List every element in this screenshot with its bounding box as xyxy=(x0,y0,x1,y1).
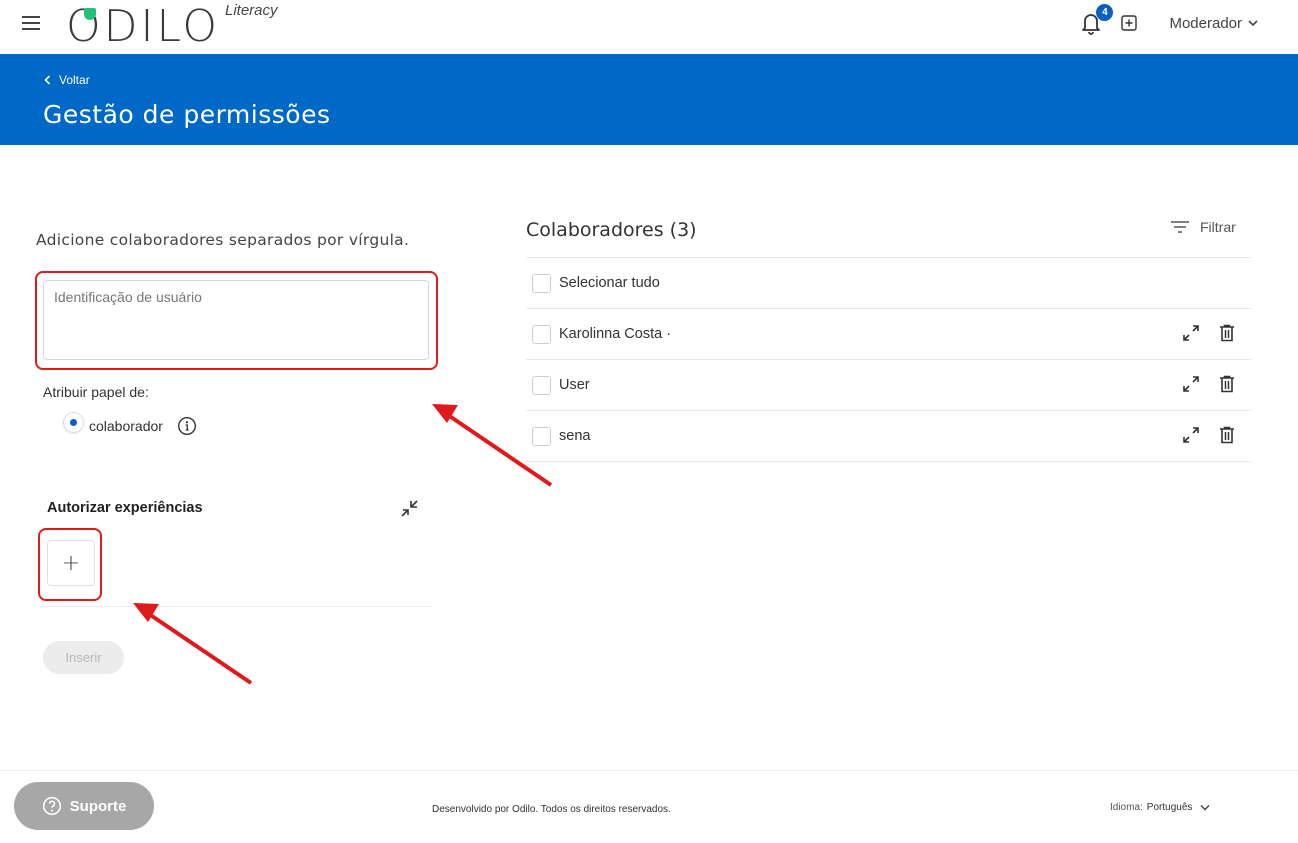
add-experience-button[interactable]: + xyxy=(47,540,95,586)
filter-icon xyxy=(1171,221,1189,233)
footer: Suporte Desenvolvido por Odilo. Todos os… xyxy=(0,770,1298,843)
section-divider xyxy=(43,606,431,607)
collaborator-row: Karolinna Costa · xyxy=(526,308,1251,359)
role-option-label: colaborador xyxy=(89,418,163,434)
user-id-input[interactable] xyxy=(43,280,429,360)
add-box-icon[interactable] xyxy=(1121,15,1138,31)
collapse-icon[interactable] xyxy=(398,498,420,520)
chevron-down-icon xyxy=(1200,805,1210,811)
support-label: Suporte xyxy=(69,797,127,815)
language-label: Idioma: xyxy=(1110,802,1143,813)
filter-label: Filtrar xyxy=(1200,219,1236,235)
collaborator-row: sena xyxy=(526,410,1251,461)
instruction-text: Adicione colaboradores separados por vír… xyxy=(36,231,410,249)
logo-wordmark: ODILO xyxy=(66,1,221,52)
user-menu[interactable]: Moderador xyxy=(1169,15,1258,32)
app-logo[interactable]: ODILO xyxy=(66,2,220,50)
arrow-to-add-button xyxy=(133,603,253,685)
back-link[interactable]: Voltar xyxy=(44,73,90,87)
expand-icon[interactable] xyxy=(1181,323,1201,343)
notification-badge: 4 xyxy=(1096,4,1114,21)
insert-button[interactable]: Inserir xyxy=(43,641,124,674)
filter-button[interactable]: Filtrar xyxy=(1170,219,1236,235)
authorize-experiences-title: Autorizar experiências xyxy=(47,500,203,516)
collaborators-title: Colaboradores (3) xyxy=(526,219,697,241)
top-bar: ODILO Literacy 4 Moderador xyxy=(0,0,1298,54)
collaborator-checkbox[interactable] xyxy=(532,324,551,344)
back-label: Voltar xyxy=(59,73,90,87)
copyright-text: Desenvolvido por Odilo. Todos os direito… xyxy=(432,804,671,815)
select-all-checkbox[interactable] xyxy=(532,273,551,293)
select-all-label: Selecionar tudo xyxy=(559,275,660,291)
expand-icon[interactable] xyxy=(1181,374,1201,394)
collaborator-name: Karolinna Costa · xyxy=(559,326,672,342)
support-button[interactable]: Suporte xyxy=(14,782,154,830)
collaborator-checkbox[interactable] xyxy=(532,426,551,446)
logo-leaf-icon xyxy=(84,8,96,20)
chevron-left-icon xyxy=(44,75,51,85)
collaborator-name: sena xyxy=(559,428,591,444)
notifications-button[interactable]: 4 xyxy=(1079,4,1114,36)
user-menu-label: Moderador xyxy=(1169,14,1242,32)
trash-icon[interactable] xyxy=(1217,374,1237,394)
collaborator-checkbox[interactable] xyxy=(532,375,551,395)
select-all-row: Selecionar tudo xyxy=(526,257,1251,308)
trash-icon[interactable] xyxy=(1217,323,1237,343)
collaborator-row: User xyxy=(526,359,1251,410)
page-banner: Voltar Gestão de permissões xyxy=(0,54,1298,145)
role-radio[interactable] xyxy=(64,412,83,432)
language-selector[interactable]: Idioma: Português xyxy=(1110,802,1210,813)
chevron-down-icon xyxy=(1248,20,1258,27)
assign-role-label: Atribuir papel de: xyxy=(43,384,149,400)
list-divider xyxy=(526,461,1251,462)
expand-icon[interactable] xyxy=(1181,425,1201,445)
role-option: colaborador xyxy=(64,412,197,436)
logo-subtitle: Literacy xyxy=(225,2,278,19)
language-value: Português xyxy=(1146,802,1193,813)
info-icon[interactable] xyxy=(177,416,197,436)
help-circle-icon xyxy=(42,796,61,816)
collaborator-name: User xyxy=(559,377,590,393)
menu-icon[interactable] xyxy=(22,16,40,30)
page-title: Gestão de permissões xyxy=(43,100,331,129)
trash-icon[interactable] xyxy=(1217,425,1237,445)
